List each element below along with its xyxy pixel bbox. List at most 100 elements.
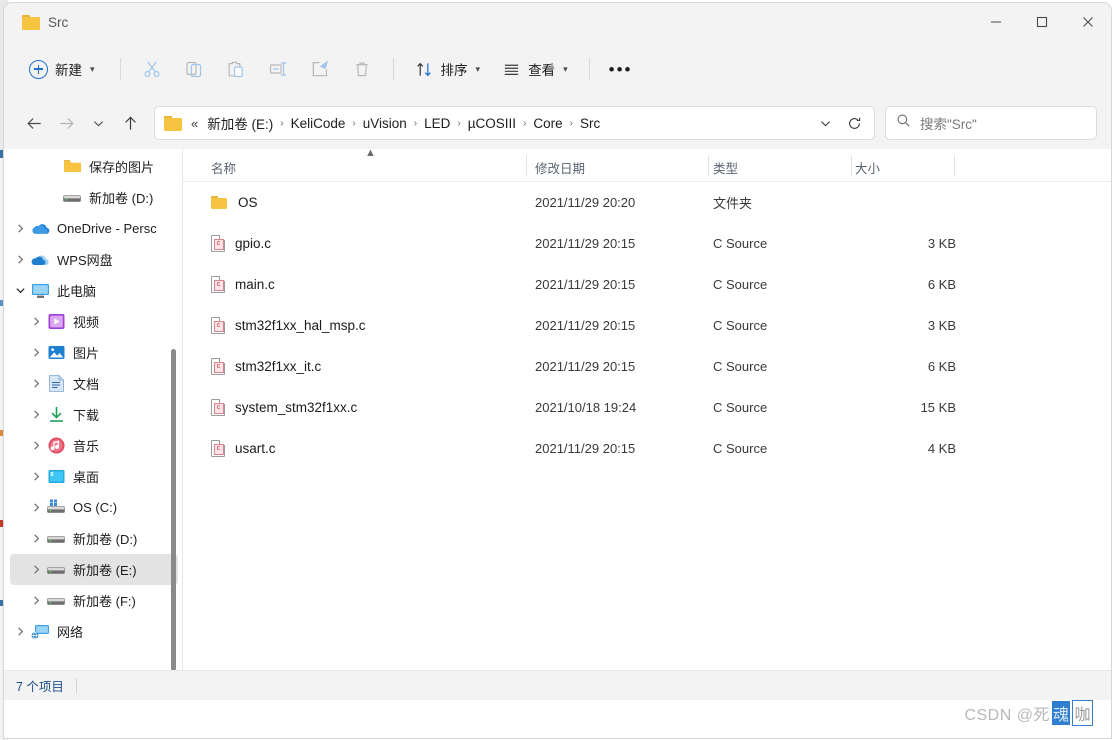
sidebar-item-label: 新加卷 (E:) xyxy=(73,563,137,578)
folder-icon xyxy=(22,14,40,30)
c-source-icon xyxy=(211,276,225,293)
sidebar-item-10[interactable]: 桌面 xyxy=(10,461,178,492)
table-row[interactable]: OS 2021/11/29 20:20 文件夹 xyxy=(183,182,1111,223)
chevron-right-icon[interactable] xyxy=(26,440,46,451)
chevron-right-icon[interactable] xyxy=(10,254,30,265)
music-icon xyxy=(46,437,66,455)
table-row[interactable]: usart.c 2021/11/29 20:15 C Source 4 KB xyxy=(183,428,1111,469)
view-button[interactable]: 查看 ▾ xyxy=(491,52,579,86)
chevron-right-icon[interactable] xyxy=(26,502,46,513)
column-header-type[interactable]: 类型 xyxy=(713,158,738,177)
ellipsis-icon[interactable]: ••• xyxy=(600,51,642,87)
back-arrow-icon[interactable] xyxy=(18,107,50,139)
breadcrumb-address-bar[interactable]: « 新加卷 (E:) › KeliCode › uVision › LED › µCOSIII ›… xyxy=(154,106,875,140)
breadcrumb-overflow[interactable]: « xyxy=(189,116,202,131)
sidebar-item-0[interactable]: 保存的图片 xyxy=(10,151,178,182)
breadcrumb-item[interactable]: Src xyxy=(575,113,605,134)
breadcrumb-item[interactable]: LED xyxy=(419,113,455,134)
paste-icon[interactable] xyxy=(215,51,257,87)
file-list-pane: ▲ 名称 修改日期 类型 大小 OS 2021/11/29 20:20 文件夹 gpi… xyxy=(183,147,1111,670)
up-arrow-icon[interactable] xyxy=(114,107,146,139)
explorer-tab[interactable]: Src xyxy=(18,5,82,39)
breadcrumb-item[interactable]: 新加卷 (E:) xyxy=(202,110,278,136)
history-chevron-down-icon[interactable] xyxy=(82,107,114,139)
breadcrumb-item[interactable]: uVision xyxy=(358,113,412,134)
chevron-right-icon[interactable] xyxy=(26,316,46,327)
sidebar-item-1[interactable]: 新加卷 (D:) xyxy=(10,182,178,213)
sidebar-item-label: OS (C:) xyxy=(73,500,118,515)
column-header-date[interactable]: 修改日期 xyxy=(535,158,585,177)
new-button[interactable]: 新建 ▾ xyxy=(18,52,106,86)
sidebar-item-5[interactable]: 视频 xyxy=(10,306,178,337)
forward-arrow-icon[interactable] xyxy=(50,107,82,139)
sidebar-item-3[interactable]: WPS网盘 xyxy=(10,244,178,275)
file-list: OS 2021/11/29 20:20 文件夹 gpio.c 2021/11/29 20… xyxy=(183,182,1111,469)
chevron-right-icon[interactable] xyxy=(10,626,30,637)
sidebar-item-6[interactable]: 图片 xyxy=(10,337,178,368)
sidebar-item-4[interactable]: 此电脑 xyxy=(10,275,178,306)
chevron-right-icon[interactable] xyxy=(26,347,46,358)
trash-icon[interactable] xyxy=(341,51,383,87)
maximize-icon[interactable] xyxy=(1019,3,1065,41)
sidebar-item-label: 新加卷 (F:) xyxy=(73,594,136,609)
table-row[interactable]: gpio.c 2021/11/29 20:15 C Source 3 KB xyxy=(183,223,1111,264)
chevron-right-icon[interactable] xyxy=(26,409,46,420)
watermark-highlight: 魂 xyxy=(1051,701,1071,725)
sidebar-item-15[interactable]: 网络 xyxy=(10,616,178,647)
breadcrumb-separator: › xyxy=(569,117,573,129)
sort-button[interactable]: 排序 ▾ xyxy=(404,52,492,86)
network-icon xyxy=(30,623,50,641)
search-box[interactable]: 搜索"Src" xyxy=(885,106,1097,140)
rename-icon[interactable] xyxy=(257,51,299,87)
file-explorer-window: Src 新建 ▾ 排序 ▾ 查看 ▾ ••• « 新加卷 (E:) › Keli… xyxy=(4,3,1111,738)
share-icon[interactable] xyxy=(299,51,341,87)
status-bar: 7 个项目 xyxy=(4,670,1111,700)
sidebar-item-label: 音乐 xyxy=(73,439,100,454)
table-row[interactable]: stm32f1xx_it.c 2021/11/29 20:15 C Source 6 … xyxy=(183,346,1111,387)
command-divider-1 xyxy=(119,58,121,80)
sidebar-item-label: 视频 xyxy=(73,315,100,330)
folder-icon xyxy=(164,115,182,131)
sidebar-scrollbar[interactable] xyxy=(169,149,178,670)
breadcrumb-item[interactable]: Core xyxy=(528,113,567,134)
chevron-down-icon[interactable] xyxy=(10,285,30,296)
sidebar-item-12[interactable]: 新加卷 (D:) xyxy=(10,523,178,554)
cut-icon[interactable] xyxy=(131,51,173,87)
sidebar-item-11[interactable]: OS (C:) xyxy=(10,492,178,523)
close-icon[interactable] xyxy=(1065,3,1111,41)
chevron-right-icon[interactable] xyxy=(26,595,46,606)
chevron-right-icon[interactable] xyxy=(26,533,46,544)
table-row[interactable]: main.c 2021/11/29 20:15 C Source 6 KB xyxy=(183,264,1111,305)
table-row[interactable]: system_stm32f1xx.c 2021/10/18 19:24 C Sour… xyxy=(183,387,1111,428)
sidebar-item-8[interactable]: 下载 xyxy=(10,399,178,430)
sidebar-item-14[interactable]: 新加卷 (F:) xyxy=(10,585,178,616)
table-row[interactable]: stm32f1xx_hal_msp.c 2021/11/29 20:15 C Sou… xyxy=(183,305,1111,346)
breadcrumb-item[interactable]: µCOSIII xyxy=(463,113,521,134)
chevron-right-icon[interactable] xyxy=(26,471,46,482)
sidebar-item-2[interactable]: OneDrive - Persc xyxy=(10,213,178,244)
breadcrumb-separator: › xyxy=(413,117,418,129)
file-name-label: OS xyxy=(238,195,258,210)
chevron-right-icon[interactable] xyxy=(26,378,46,389)
column-header-name[interactable]: 名称 xyxy=(211,158,236,177)
refresh-icon[interactable] xyxy=(840,109,868,137)
minimize-icon[interactable] xyxy=(973,3,1019,41)
search-input[interactable]: 搜索"Src" xyxy=(920,113,977,133)
chevron-right-icon[interactable] xyxy=(10,223,30,234)
sidebar-item-13[interactable]: 新加卷 (E:) xyxy=(10,554,178,585)
breadcrumb-item[interactable]: KeliCode xyxy=(286,113,351,134)
copy-icon[interactable] xyxy=(173,51,215,87)
drive-icon xyxy=(62,189,82,207)
sidebar-item-7[interactable]: 文档 xyxy=(10,368,178,399)
column-header-size[interactable]: 大小 xyxy=(855,158,880,177)
window-controls xyxy=(973,3,1111,41)
breadcrumb-dropdown-icon[interactable] xyxy=(812,109,838,137)
file-type-cell: C Source xyxy=(713,400,768,415)
sidebar-item-9[interactable]: 音乐 xyxy=(10,430,178,461)
breadcrumb-separator: › xyxy=(457,117,461,129)
item-count-label: 7 个项目 xyxy=(16,680,64,694)
chevron-right-icon[interactable] xyxy=(26,564,46,575)
breadcrumb: 新加卷 (E:) › KeliCode › uVision › LED › µCOSIII › Co… xyxy=(202,110,812,136)
file-size-cell: 3 KB xyxy=(927,236,956,251)
sidebar-scrollbar-thumb[interactable] xyxy=(171,349,176,670)
